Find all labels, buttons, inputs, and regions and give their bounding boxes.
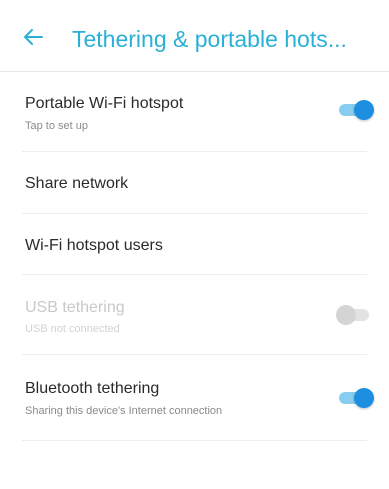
usb-tethering-row: USB tethering USB not connected: [0, 275, 389, 354]
share-network-row[interactable]: Share network: [0, 152, 389, 213]
wifi-hotspot-subtitle: Tap to set up: [25, 120, 88, 132]
app-bar: Tethering & portable hots...: [0, 0, 389, 72]
page-title: Tethering & portable hots...: [72, 26, 347, 52]
bluetooth-tethering-title: Bluetooth tethering: [25, 380, 160, 397]
wifi-hotspot-title: Portable Wi-Fi hotspot: [25, 95, 184, 112]
share-network-title: Share network: [25, 175, 129, 192]
wifi-hotspot-row[interactable]: Portable Wi-Fi hotspot Tap to set up: [0, 73, 389, 151]
tethering-screen: Tethering & portable hots... Portable Wi…: [0, 0, 389, 489]
arrow-back-icon: [24, 29, 43, 45]
switch-thumb: [354, 388, 374, 408]
switch-thumb: [354, 100, 374, 120]
bluetooth-tethering-subtitle: Sharing this device's Internet connectio…: [25, 405, 223, 417]
wifi-hotspot-switch[interactable]: [336, 99, 376, 121]
switch-thumb: [336, 305, 356, 325]
back-button[interactable]: [18, 22, 48, 52]
hotspot-users-title: Wi-Fi hotspot users: [25, 237, 163, 254]
hotspot-users-row[interactable]: Wi-Fi hotspot users: [0, 214, 389, 274]
bluetooth-tethering-switch[interactable]: [336, 387, 376, 409]
usb-tethering-title: USB tethering: [25, 299, 125, 316]
bluetooth-tethering-row[interactable]: Bluetooth tethering Sharing this device'…: [0, 355, 389, 439]
usb-tethering-switch: [336, 304, 376, 326]
divider: [22, 440, 367, 441]
usb-tethering-subtitle: USB not connected: [25, 323, 120, 335]
